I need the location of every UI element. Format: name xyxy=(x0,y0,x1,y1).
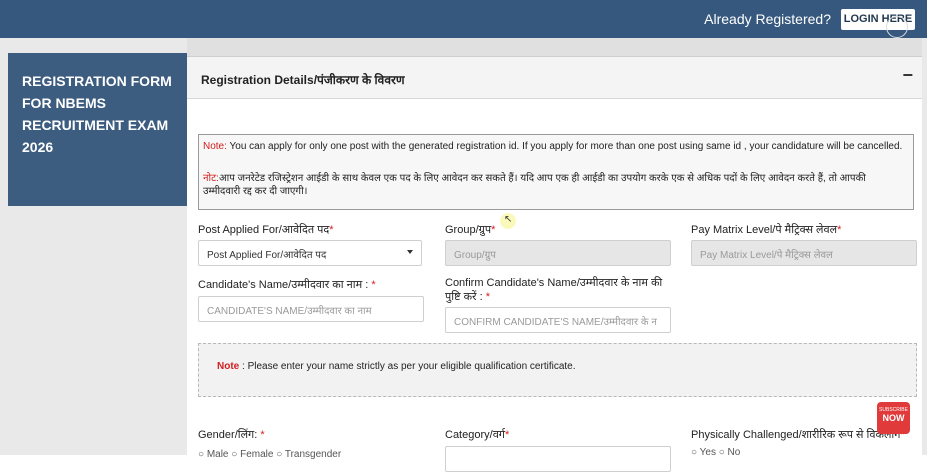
registration-note: Note: You can apply for only one post wi… xyxy=(198,134,914,210)
candidate-name-placeholder: CANDIDATE'S NAME/उम्मीदवार का नाम xyxy=(207,306,372,317)
panel-header[interactable]: Registration Details/पंजीकरण के विवरण − xyxy=(187,57,927,99)
main-content: Registration Details/पंजीकरण के विवरण − … xyxy=(187,38,927,472)
confirm-name-label: Confirm Candidate's Name/उम्मीदवार के ना… xyxy=(445,277,663,303)
gender-label: Gender/लिंग: * xyxy=(198,429,265,441)
note-label-en: Note: xyxy=(203,141,227,152)
name-note: Note : Please enter your name strictly a… xyxy=(217,361,576,372)
physically-challenged-label: Physically Challenged/शारीरिक रूप से विक… xyxy=(691,429,905,441)
chevron-down-icon xyxy=(407,250,413,254)
note-hindi: नोट:आप जनरेटेड रजिस्ट्रेशन आईडी के साथ क… xyxy=(203,172,903,198)
name-note-text: : Please enter your name strictly as per… xyxy=(239,361,576,372)
note-label-hi: नोट: xyxy=(203,173,219,184)
already-registered-text: Already Registered? xyxy=(704,11,831,27)
group-field[interactable]: Group/ग्रुप xyxy=(445,240,671,266)
group-placeholder: Group/ग्रुप xyxy=(454,250,496,261)
subscribe-badge: SUBSCRIBE NOW xyxy=(877,402,910,434)
post-select[interactable]: Post Applied For/आवेदित पद xyxy=(198,240,422,266)
note-english: Note: You can apply for only one post wi… xyxy=(203,140,903,153)
name-note-box: Note : Please enter your name strictly a… xyxy=(198,343,917,397)
category-select[interactable] xyxy=(445,446,671,472)
candidate-name-label: Candidate's Name/उम्मीदवार का नाम : * xyxy=(198,279,376,291)
note-text-hi: आप जनरेटेड रजिस्ट्रेशन आईडी के साथ केवल … xyxy=(203,173,866,197)
top-header-bar: Already Registered? LOGIN HERE xyxy=(0,0,927,38)
post-label: Post Applied For/आवेदित पद* xyxy=(198,224,334,236)
post-select-value: Post Applied For/आवेदित पद xyxy=(207,250,327,261)
now-text: NOW xyxy=(882,413,905,423)
panel-title: Registration Details/पंजीकरण के विवरण xyxy=(201,73,405,87)
left-sidebar: REGISTRATION FORM FOR NBEMS RECRUITMENT … xyxy=(0,38,187,455)
candidate-name-input[interactable]: CANDIDATE'S NAME/उम्मीदवार का नाम xyxy=(198,296,424,322)
right-edge xyxy=(922,38,927,455)
top-divider xyxy=(187,38,927,57)
channel-logo-icon xyxy=(886,16,908,38)
pay-matrix-label: Pay Matrix Level/पे मैट्रिक्स लेवल* xyxy=(691,224,842,236)
pay-matrix-field[interactable]: Pay Matrix Level/पे मैट्रिक्स लेवल xyxy=(691,240,917,266)
collapse-icon[interactable]: − xyxy=(902,65,913,86)
confirm-name-placeholder: CONFIRM CANDIDATE'S NAME/उम्मीदवार के न xyxy=(454,317,657,328)
group-label: Group/ग्रुप* xyxy=(445,224,496,236)
pay-matrix-placeholder: Pay Matrix Level/पे मैट्रिक्स लेवल xyxy=(700,250,833,261)
form-title: REGISTRATION FORM FOR NBEMS RECRUITMENT … xyxy=(22,73,172,155)
form-title-box: REGISTRATION FORM FOR NBEMS RECRUITMENT … xyxy=(8,53,187,206)
name-note-label: Note xyxy=(217,361,240,372)
confirm-name-input[interactable]: CONFIRM CANDIDATE'S NAME/उम्मीदवार के न xyxy=(445,307,671,333)
category-label: Category/वर्ग* xyxy=(445,429,510,441)
mouse-pointer-icon: ↖ xyxy=(504,214,513,225)
physically-challenged-radio-group[interactable]: ○ Yes ○ No xyxy=(691,447,740,458)
note-text-en: You can apply for only one post with the… xyxy=(226,141,903,152)
